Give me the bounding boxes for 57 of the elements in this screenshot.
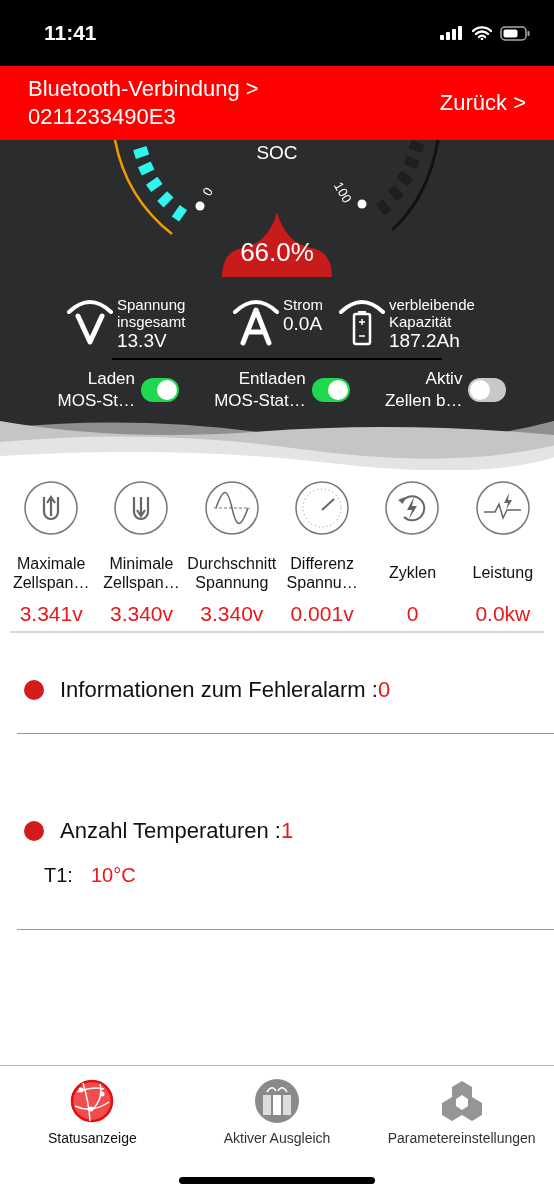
- gauge-label: SOC: [255, 142, 299, 164]
- status-dot: [24, 680, 44, 700]
- reading-value: 0.0A: [283, 313, 323, 335]
- battery-icon: [500, 25, 530, 41]
- signal-icon: [440, 26, 464, 40]
- toggle-switch[interactable]: [311, 378, 350, 402]
- back-link[interactable]: Zurück >: [439, 90, 526, 116]
- stat-label: Maximale Zellspan…: [11, 553, 91, 593]
- stat-label: Zyklen: [387, 563, 438, 583]
- tab-item[interactable]: Parametereinstellungen: [369, 1078, 554, 1160]
- switch-label: Aktiv: [425, 368, 463, 390]
- switch-label: MOS-St…: [57, 390, 135, 412]
- gauge-icon: [294, 480, 351, 536]
- stat-value: 0.0kw: [475, 601, 531, 627]
- switch-label: MOS-Stat…: [214, 390, 306, 412]
- arrow-down-icon: [113, 480, 170, 536]
- wifi-icon: [472, 26, 492, 40]
- stat-value: 3.341v: [19, 601, 83, 627]
- device-id: 0211233490E3: [28, 104, 177, 130]
- temperature-count: 1: [280, 818, 294, 844]
- temperature-count-label: Anzahl Temperaturen :: [60, 818, 281, 844]
- stat-label: Differenz Spannu…: [285, 553, 359, 593]
- globe-icon: [69, 1078, 116, 1124]
- clock-time: 11:41: [44, 21, 97, 45]
- connection-link[interactable]: Bluetooth-Verbindung >: [28, 76, 259, 102]
- toggle-switch[interactable]: [141, 378, 179, 402]
- sensor-temperature: 10°C: [90, 864, 136, 887]
- reading-label: Strom: [283, 296, 323, 313]
- reading-label: Spannung insgesamt: [117, 296, 187, 330]
- scale-label: 0: [199, 184, 216, 199]
- stat-value: 0.001v: [290, 601, 354, 627]
- stat-label: Durchschnitt Spannung: [186, 553, 278, 593]
- scale-label: 100: [330, 179, 355, 206]
- tab-item[interactable]: Statusanzeige: [0, 1078, 185, 1160]
- reading-value: 13.3V: [117, 330, 168, 352]
- switch-label: Entladen: [238, 368, 306, 390]
- status-dot: [24, 821, 44, 841]
- stat-label: Leistung: [471, 563, 535, 583]
- fault-count: 0: [377, 677, 391, 703]
- reading-label: verbleibende Kapazität: [389, 296, 476, 330]
- stat-value: 0: [406, 601, 419, 627]
- cycle-bolt-icon: [384, 480, 441, 536]
- stat-label: Minimale Zellspan…: [102, 553, 181, 593]
- pulse-bolt-icon: [474, 480, 531, 536]
- arrow-up-icon: [23, 480, 80, 536]
- tab-item[interactable]: Aktiver Ausgleich: [184, 1078, 370, 1160]
- soc-value: 66.0%: [239, 236, 315, 268]
- switch-label: Zellen b…: [384, 390, 463, 412]
- switch-label: Laden: [87, 368, 135, 390]
- stat-value: 3.340v: [109, 601, 173, 627]
- sine-wave-icon: [203, 480, 260, 536]
- sensor-name: T1:: [44, 864, 73, 887]
- reading-value: 187.2Ah: [389, 330, 461, 352]
- stat-value: 3.340v: [200, 601, 264, 627]
- fault-alarm-label: Informationen zum Fehleralarm :: [60, 677, 378, 703]
- cells-balance-icon: [254, 1078, 300, 1124]
- toggle-switch[interactable]: [468, 378, 507, 402]
